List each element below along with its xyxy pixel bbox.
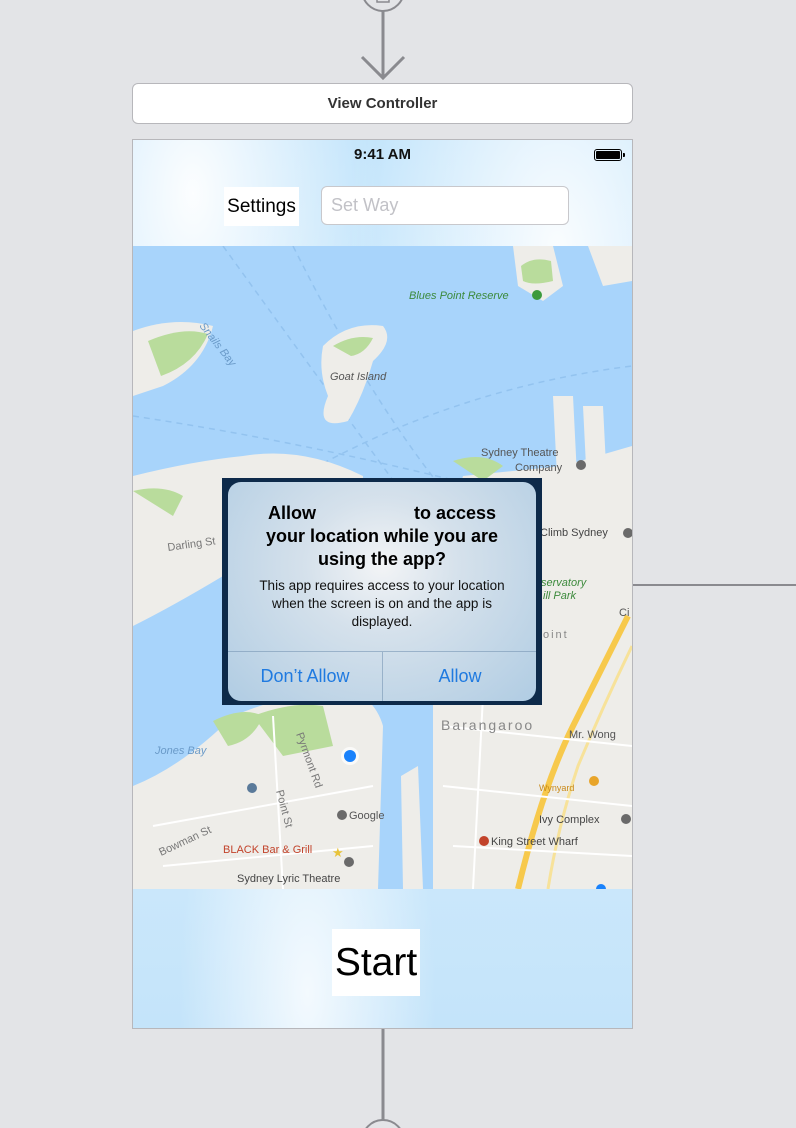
- map-label-sydney-theatre: Sydney Theatre: [481, 447, 558, 459]
- allow-button[interactable]: Allow: [383, 652, 536, 701]
- alert-title-to-access: to access: [413, 503, 497, 523]
- alert-title: Allow to access your location while you a…: [242, 502, 522, 571]
- map-label-hill-park: ill Park: [543, 590, 577, 602]
- map-label-ci: Ci: [619, 607, 629, 619]
- map-label-black-bar: BLACK Bar & Grill: [223, 844, 312, 856]
- map-label-mr-wong: Mr. Wong: [569, 729, 616, 741]
- dont-allow-button[interactable]: Don’t Allow: [228, 652, 382, 701]
- alert-title-line3: using the app?: [318, 549, 446, 569]
- settings-button[interactable]: Settings: [224, 187, 299, 226]
- set-way-input[interactable]: [321, 186, 569, 225]
- map-label-jones-bay: Jones Bay: [154, 745, 208, 757]
- map-label-point-partial: oint: [543, 629, 569, 641]
- map-label-company: Company: [515, 462, 563, 474]
- segue-connector-out: [365, 1028, 401, 1128]
- map-label-barangaroo: Barangaroo: [441, 717, 534, 733]
- view-controller-title[interactable]: View Controller: [132, 83, 633, 124]
- map-label-google: Google: [349, 810, 384, 822]
- map-label-wynyard: Wynyard: [539, 783, 574, 793]
- map-label-goat-island: Goat Island: [330, 371, 387, 383]
- alert-title-allow: Allow: [267, 503, 316, 523]
- map-label-observatory: servatory: [541, 577, 588, 589]
- map-label-blues-point: Blues Point Reserve: [409, 290, 509, 302]
- alert-title-line2: your location while you are: [265, 526, 499, 546]
- location-permission-alert: Allow to access your location while you a…: [228, 482, 536, 701]
- status-bar-time: 9:41 AM: [354, 146, 411, 163]
- segue-line-right: [633, 584, 796, 586]
- map-label-climb-sydney: Climb Sydney: [540, 527, 608, 539]
- map-label-king-street-wharf: King Street Wharf: [491, 836, 579, 848]
- device-screen: 9:41 AM Settings Set Way Blues Point Res…: [132, 139, 633, 1029]
- svg-text:★: ★: [332, 845, 344, 860]
- map-label-lyric-theatre: Sydney Lyric Theatre: [237, 873, 340, 885]
- segue-arrow-in: [360, 0, 406, 81]
- battery-icon: [594, 149, 625, 161]
- start-button[interactable]: Start: [332, 929, 420, 996]
- alert-message: This app requires access to your locatio…: [259, 578, 505, 629]
- map-label-ivy-complex: Ivy Complex: [539, 814, 600, 826]
